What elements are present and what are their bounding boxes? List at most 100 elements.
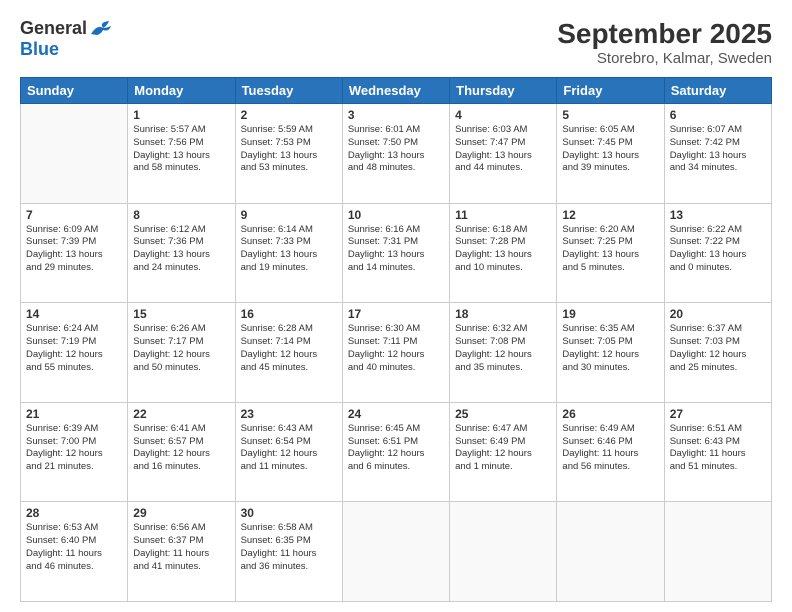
calendar-cell: 27Sunrise: 6:51 AM Sunset: 6:43 PM Dayli… [664,402,771,502]
col-tuesday: Tuesday [235,78,342,104]
logo-bird-icon [89,20,111,38]
calendar-cell: 18 Sunrise: 6:32 AM Sunset: 7:08 PM Dayli… [450,303,557,403]
cell-info: Sunrise: 5:57 AM Sunset: 7:56 PM Dayligh… [133,124,229,175]
calendar-cell [557,502,664,602]
calendar-cell: 2 Sunrise: 5:59 AM Sunset: 7:53 PM Daylig… [235,104,342,204]
calendar-cell: 8 Sunrise: 6:12 AM Sunset: 7:36 PM Daylig… [128,203,235,303]
cell-info: Sunrise: 6:35 AM Sunset: 7:05 PM Dayligh… [562,323,658,374]
calendar-cell: 22 Sunrise: 6:41 AM Sunset: 6:57 PM Dayli… [128,402,235,502]
calendar-week-row: 28 Sunrise: 6:53 AM Sunset: 6:40 PM Dayli… [21,502,772,602]
calendar-cell: 17 Sunrise: 6:30 AM Sunset: 7:11 PM Dayli… [342,303,449,403]
calendar-cell: 13 Sunrise: 6:22 AM Sunset: 7:22 PM Dayli… [664,203,771,303]
calendar-cell: 21 Sunrise: 6:39 AM Sunset: 7:00 PM Dayli… [21,402,128,502]
cell-info: Sunrise: 6:45 AM Sunset: 6:51 PM Dayligh… [348,423,444,474]
day-number: 10 [348,208,444,222]
day-number: 17 [348,307,444,321]
cell-info: Sunrise: 6:30 AM Sunset: 7:11 PM Dayligh… [348,323,444,374]
day-number: 29 [133,506,229,520]
day-number: 25 [455,407,551,421]
cell-info: Sunrise: 6:20 AM Sunset: 7:25 PM Dayligh… [562,224,658,275]
calendar-cell: 6 Sunrise: 6:07 AM Sunset: 7:42 PM Daylig… [664,104,771,204]
calendar-cell: 25 Sunrise: 6:47 AM Sunset: 6:49 PM Dayli… [450,402,557,502]
cell-info: Sunrise: 6:09 AM Sunset: 7:39 PM Dayligh… [26,224,122,275]
calendar-cell: 5 Sunrise: 6:05 AM Sunset: 7:45 PM Daylig… [557,104,664,204]
cell-info: Sunrise: 6:49 AM Sunset: 6:46 PM Dayligh… [562,423,658,474]
day-number: 7 [26,208,122,222]
calendar-cell [21,104,128,204]
cell-info: Sunrise: 6:01 AM Sunset: 7:50 PM Dayligh… [348,124,444,175]
cell-info: Sunrise: 6:14 AM Sunset: 7:33 PM Dayligh… [241,224,337,275]
day-number: 14 [26,307,122,321]
day-number: 28 [26,506,122,520]
day-number: 12 [562,208,658,222]
header: General Blue September 2025 Storebro, Ka… [20,18,772,67]
day-number: 9 [241,208,337,222]
day-number: 4 [455,108,551,122]
col-wednesday: Wednesday [342,78,449,104]
calendar-cell: 23 Sunrise: 6:43 AM Sunset: 6:54 PM Dayli… [235,402,342,502]
calendar-cell: 1 Sunrise: 5:57 AM Sunset: 7:56 PM Daylig… [128,104,235,204]
col-saturday: Saturday [664,78,771,104]
cell-info: Sunrise: 6:51 AM Sunset: 6:43 PM Dayligh… [670,423,766,474]
calendar-cell: 10Sunrise: 6:16 AM Sunset: 7:31 PM Dayli… [342,203,449,303]
calendar-cell [450,502,557,602]
cell-info: Sunrise: 6:37 AM Sunset: 7:03 PM Dayligh… [670,323,766,374]
cell-info: Sunrise: 6:22 AM Sunset: 7:22 PM Dayligh… [670,224,766,275]
col-friday: Friday [557,78,664,104]
calendar-cell: 20Sunrise: 6:37 AM Sunset: 7:03 PM Dayli… [664,303,771,403]
day-number: 22 [133,407,229,421]
cell-info: Sunrise: 6:41 AM Sunset: 6:57 PM Dayligh… [133,423,229,474]
cell-info: Sunrise: 6:28 AM Sunset: 7:14 PM Dayligh… [241,323,337,374]
sub-title: Storebro, Kalmar, Sweden [557,50,772,67]
calendar-cell: 4Sunrise: 6:03 AM Sunset: 7:47 PM Daylig… [450,104,557,204]
cell-info: Sunrise: 6:24 AM Sunset: 7:19 PM Dayligh… [26,323,122,374]
cell-info: Sunrise: 6:32 AM Sunset: 7:08 PM Dayligh… [455,323,551,374]
cell-info: Sunrise: 6:05 AM Sunset: 7:45 PM Dayligh… [562,124,658,175]
cell-info: Sunrise: 6:12 AM Sunset: 7:36 PM Dayligh… [133,224,229,275]
day-number: 16 [241,307,337,321]
day-number: 18 [455,307,551,321]
col-sunday: Sunday [21,78,128,104]
cell-info: Sunrise: 6:43 AM Sunset: 6:54 PM Dayligh… [241,423,337,474]
day-number: 23 [241,407,337,421]
cell-info: Sunrise: 6:53 AM Sunset: 6:40 PM Dayligh… [26,522,122,573]
day-number: 1 [133,108,229,122]
calendar-cell: 3Sunrise: 6:01 AM Sunset: 7:50 PM Daylig… [342,104,449,204]
logo-blue-text: Blue [20,39,59,59]
calendar-table: Sunday Monday Tuesday Wednesday Thursday… [20,77,772,602]
calendar-cell: 7 Sunrise: 6:09 AM Sunset: 7:39 PM Daylig… [21,203,128,303]
cell-info: Sunrise: 6:39 AM Sunset: 7:00 PM Dayligh… [26,423,122,474]
cell-info: Sunrise: 5:59 AM Sunset: 7:53 PM Dayligh… [241,124,337,175]
day-number: 8 [133,208,229,222]
col-monday: Monday [128,78,235,104]
calendar-cell: 29 Sunrise: 6:56 AM Sunset: 6:37 PM Dayli… [128,502,235,602]
calendar-week-row: 21 Sunrise: 6:39 AM Sunset: 7:00 PM Dayli… [21,402,772,502]
calendar-cell: 9 Sunrise: 6:14 AM Sunset: 7:33 PM Daylig… [235,203,342,303]
calendar-cell: 30Sunrise: 6:58 AM Sunset: 6:35 PM Dayli… [235,502,342,602]
day-number: 5 [562,108,658,122]
col-thursday: Thursday [450,78,557,104]
day-number: 11 [455,208,551,222]
cell-info: Sunrise: 6:56 AM Sunset: 6:37 PM Dayligh… [133,522,229,573]
calendar-cell [342,502,449,602]
calendar-header-row: Sunday Monday Tuesday Wednesday Thursday… [21,78,772,104]
title-block: September 2025 Storebro, Kalmar, Sweden [557,18,772,67]
day-number: 19 [562,307,658,321]
calendar-cell [664,502,771,602]
calendar-week-row: 7 Sunrise: 6:09 AM Sunset: 7:39 PM Daylig… [21,203,772,303]
day-number: 13 [670,208,766,222]
calendar-cell: 12 Sunrise: 6:20 AM Sunset: 7:25 PM Dayli… [557,203,664,303]
calendar-cell: 14 Sunrise: 6:24 AM Sunset: 7:19 PM Dayli… [21,303,128,403]
calendar-week-row: 14 Sunrise: 6:24 AM Sunset: 7:19 PM Dayli… [21,303,772,403]
calendar-week-row: 1 Sunrise: 5:57 AM Sunset: 7:56 PM Daylig… [21,104,772,204]
cell-info: Sunrise: 6:47 AM Sunset: 6:49 PM Dayligh… [455,423,551,474]
day-number: 30 [241,506,337,520]
day-number: 21 [26,407,122,421]
cell-info: Sunrise: 6:18 AM Sunset: 7:28 PM Dayligh… [455,224,551,275]
cell-info: Sunrise: 6:07 AM Sunset: 7:42 PM Dayligh… [670,124,766,175]
logo-general-text: General [20,18,87,39]
day-number: 2 [241,108,337,122]
day-number: 15 [133,307,229,321]
day-number: 6 [670,108,766,122]
calendar-cell: 24Sunrise: 6:45 AM Sunset: 6:51 PM Dayli… [342,402,449,502]
